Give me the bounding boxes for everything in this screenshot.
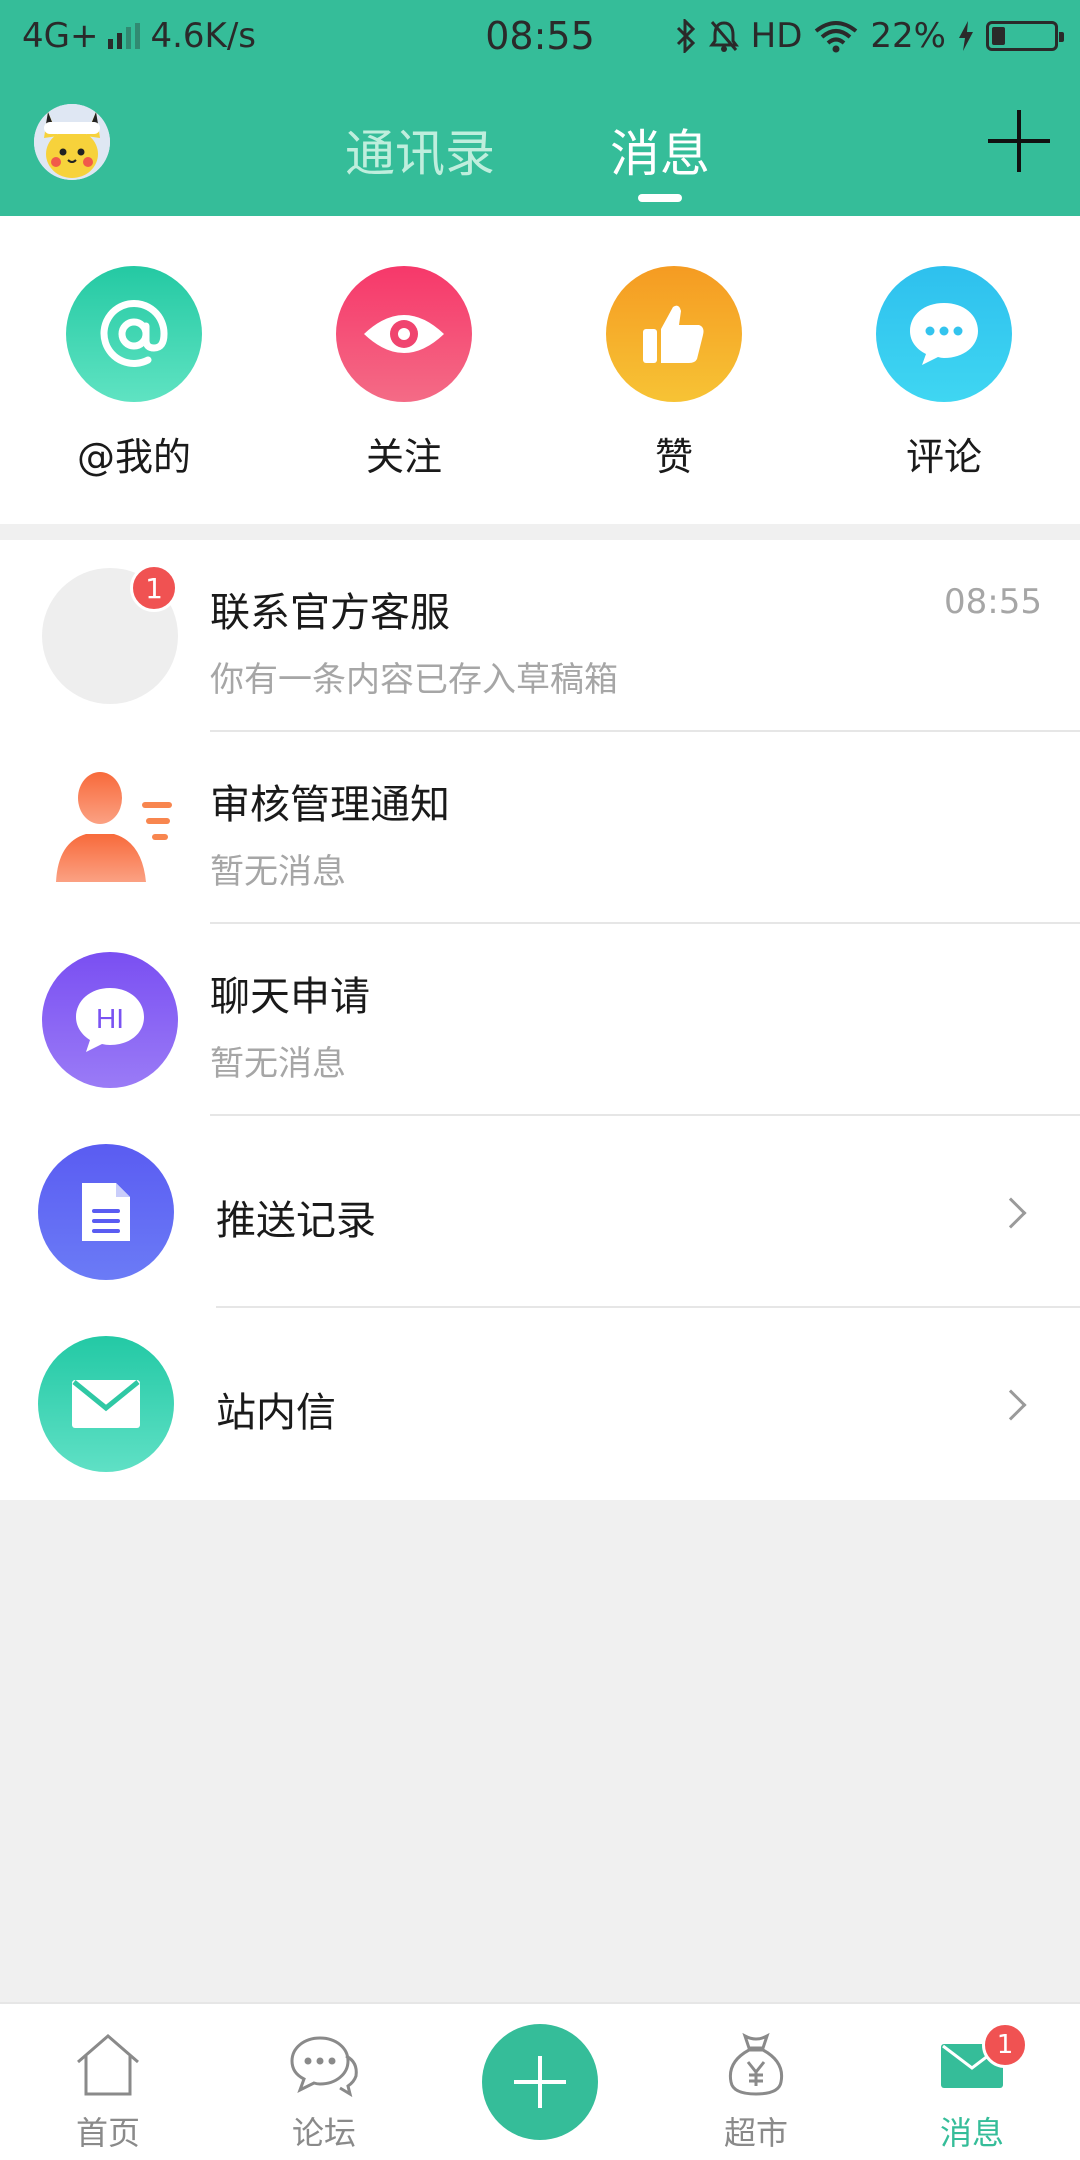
battery-icon	[986, 21, 1064, 51]
status-right: HD 22%	[675, 16, 1064, 56]
hi-bubble-icon: HI	[42, 952, 178, 1088]
item-subtitle: 你有一条内容已存入草稿箱	[210, 660, 618, 700]
tab-contacts[interactable]: 通讯录	[345, 114, 495, 186]
document-icon	[38, 1144, 174, 1280]
nav-home[interactable]: 首页	[38, 2032, 178, 2154]
item-title: 联系官方客服	[210, 590, 450, 636]
hi-text: HI	[96, 1003, 124, 1034]
bluetooth-icon	[676, 19, 695, 53]
list-item-customer-service[interactable]: 1 联系官方客服 你有一条内容已存入草稿箱 08:55	[0, 540, 1080, 732]
add-button[interactable]	[988, 110, 1050, 172]
quick-action-label: 赞	[654, 435, 693, 479]
hd-indicator: HD	[750, 16, 803, 56]
quick-action-follow[interactable]: 关注	[304, 266, 504, 481]
list-item-push-records[interactable]: 推送记录	[0, 1116, 1080, 1308]
chevron-right-icon	[995, 1389, 1027, 1421]
list-item-review-notice[interactable]: 审核管理通知 暂无消息	[0, 732, 1080, 924]
charging-icon	[959, 21, 973, 51]
quick-action-label: 评论	[905, 435, 982, 479]
avatar[interactable]	[34, 104, 110, 180]
nav-label: 超市	[723, 2114, 788, 2152]
envelope-icon	[38, 1336, 174, 1472]
nav-label: 消息	[939, 2114, 1004, 2152]
nav-center-add-button[interactable]	[482, 2024, 598, 2140]
list-item-site-mail[interactable]: 站内信	[0, 1308, 1080, 1500]
forum-icon	[290, 2036, 358, 2098]
status-bar: 4G+ 4.6K/s 08:55 HD 22%	[0, 0, 1080, 74]
item-subtitle: 暂无消息	[210, 1044, 346, 1084]
nav-messages[interactable]: 消息 1	[902, 2022, 1042, 2154]
nav-forum[interactable]: 论坛	[254, 2032, 394, 2154]
item-title: 审核管理通知	[210, 782, 450, 828]
tab-messages[interactable]: 消息	[610, 114, 710, 186]
battery-percent: 22%	[870, 16, 946, 56]
quick-action-comments[interactable]: 评论	[844, 266, 1044, 481]
quick-action-label: 关注	[365, 435, 442, 479]
list-item-chat-request[interactable]: HI 聊天申请 暂无消息	[0, 924, 1080, 1116]
avatar-image	[34, 104, 110, 180]
quick-action-label: @我的	[76, 435, 191, 479]
thumbs-up-icon	[606, 266, 742, 402]
bottom-nav: 首页 论坛 超市 消息 1	[0, 2002, 1080, 2160]
app-header: 通讯录 消息	[0, 74, 1080, 216]
nav-market[interactable]: 超市	[686, 2032, 826, 2154]
home-icon	[77, 2034, 139, 2096]
item-time: 08:55	[944, 582, 1042, 622]
item-title: 站内信	[216, 1390, 336, 1436]
quick-actions: @我的 关注 赞 评论	[0, 216, 1080, 524]
item-title: 推送记录	[216, 1198, 376, 1244]
bell-muted-icon	[708, 21, 739, 52]
eye-icon	[336, 266, 472, 402]
quick-action-mentions[interactable]: @我的	[34, 266, 234, 481]
nav-label: 论坛	[291, 2114, 356, 2152]
item-subtitle: 暂无消息	[210, 852, 346, 892]
wifi-icon	[815, 21, 858, 53]
at-icon	[66, 266, 202, 402]
person-icon	[42, 760, 178, 896]
battery-fill	[992, 27, 1005, 45]
item-title: 聊天申请	[210, 974, 370, 1020]
nav-label: 首页	[75, 2114, 140, 2152]
chat-bubble-icon	[876, 266, 1012, 402]
nav-unread-badge: 1	[982, 2022, 1028, 2068]
unread-badge: 1	[130, 564, 178, 612]
message-list: 1 联系官方客服 你有一条内容已存入草稿箱 08:55 审核管理通知 暂无消息	[0, 540, 1080, 1500]
quick-action-likes[interactable]: 赞	[574, 266, 774, 481]
chevron-right-icon	[995, 1197, 1027, 1229]
money-bag-icon	[728, 2032, 784, 2096]
active-tab-indicator	[638, 194, 682, 202]
